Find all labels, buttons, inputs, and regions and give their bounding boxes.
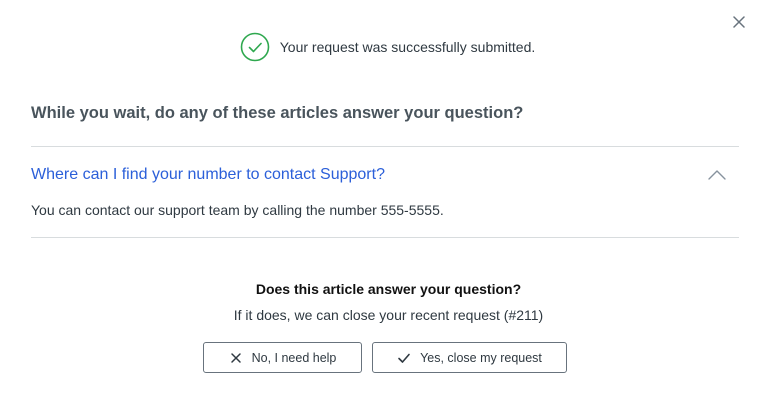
success-banner: Your request was successfully submitted. [0,32,777,62]
collapse-article-button[interactable] [705,164,729,186]
divider-top [31,146,739,147]
close-button[interactable] [728,11,750,33]
x-icon [229,351,243,365]
suggestions-heading: While you wait, do any of these articles… [31,104,524,122]
success-message: Your request was successfully submitted. [279,39,536,55]
feedback-question: Does this article answer your question? [255,281,522,297]
article-title-link[interactable]: Where can I find your number to contact … [31,166,385,184]
feedback-subtext: If it does, we can close your recent req… [233,307,544,323]
yes-close-request-button[interactable]: Yes, close my request [372,342,567,373]
divider-bottom [31,237,739,238]
article-body: You can contact our support team by call… [31,202,444,218]
no-need-help-button[interactable]: No, I need help [203,342,362,373]
yes-button-label: Yes, close my request [420,350,542,365]
no-button-label: No, I need help [251,350,337,365]
chevron-up-icon [708,170,726,180]
close-icon [733,16,745,28]
check-circle-icon [240,32,270,62]
check-icon [397,351,411,365]
